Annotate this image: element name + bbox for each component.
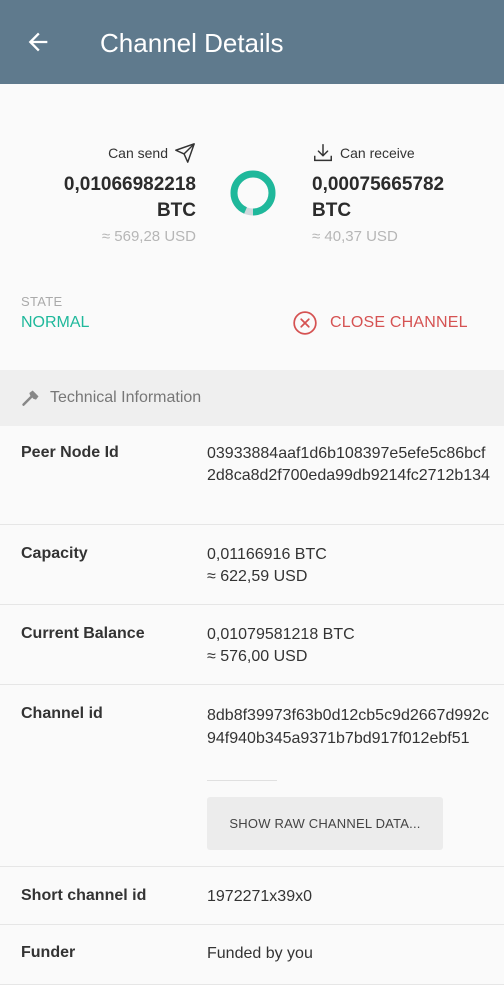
- funder-value: Funded by you: [207, 945, 313, 962]
- short-channel-id-value: 1972271x39x0: [207, 888, 312, 905]
- technical-info-header: Technical Information: [0, 370, 504, 426]
- can-receive-label: Can receive: [340, 145, 415, 161]
- close-channel-button[interactable]: CLOSE CHANNEL: [292, 310, 468, 336]
- channel-id-value: 8db8f39973f63b0d12cb5c9d2667d992c94f940b…: [207, 707, 490, 747]
- channel-id-row: Channel id 8db8f39973f63b0d12cb5c9d2667d…: [0, 685, 504, 867]
- can-send-label-row: Can send: [64, 140, 196, 166]
- hammer-icon: [22, 390, 39, 406]
- arrow-left-icon: [28, 32, 48, 52]
- balance-donut-chart: [230, 170, 276, 216]
- short-channel-id-label: Short channel id: [21, 887, 147, 904]
- capacity-usd: ≈ 622,59 USD: [207, 568, 308, 585]
- state-label: STATE: [21, 294, 63, 309]
- peer-node-value: 03933884aaf1d6b108397e5efe5c86bcf2d8ca8d…: [207, 445, 490, 484]
- capacity-btc: 0,01166916 BTC: [207, 546, 327, 563]
- balance-btc: 0,01079581218 BTC: [207, 626, 355, 643]
- capacity-value: 0,01166916 BTC ≈ 622,59 USD: [207, 544, 492, 588]
- download-icon: [314, 144, 332, 162]
- funder-label: Funder: [21, 944, 76, 961]
- can-receive-section: Can receive 0,00075665782 BTC ≈ 40,37 US…: [312, 140, 444, 245]
- close-channel-label: CLOSE CHANNEL: [330, 314, 468, 331]
- can-send-amount-unit: BTC: [156, 200, 196, 221]
- app-bar: Channel Details: [0, 0, 504, 84]
- capacity-row: Capacity 0,01166916 BTC ≈ 622,59 USD: [0, 525, 504, 605]
- peer-node-label: Peer Node Id: [21, 444, 119, 461]
- donut-send-arc: [230, 170, 276, 216]
- current-balance-label: Current Balance: [21, 625, 145, 642]
- can-send-label: Can send: [108, 145, 168, 161]
- funder-row: Funder Funded by you: [0, 925, 504, 985]
- can-receive-fiat: ≈ 40,37 USD: [312, 228, 398, 245]
- show-raw-channel-data-button[interactable]: SHOW RAW CHANNEL DATA...: [207, 797, 443, 850]
- page-title: Channel Details: [100, 28, 284, 58]
- send-icon: [175, 143, 195, 163]
- short-channel-id-row: Short channel id 1972271x39x0: [0, 867, 504, 925]
- state-value: NORMAL: [21, 314, 90, 331]
- technical-info-title: Technical Information: [50, 389, 202, 406]
- can-receive-amount-unit: BTC: [312, 200, 352, 221]
- can-receive-amount: 0,00075665782 BTC: [312, 172, 444, 224]
- channel-id-label: Channel id: [21, 705, 103, 722]
- peer-node-row: Peer Node Id 03933884aaf1d6b108397e5efe5…: [0, 426, 504, 525]
- current-balance-row: Current Balance 0,01079581218 BTC ≈ 576,…: [0, 605, 504, 685]
- can-send-amount: 0,01066982218 BTC: [64, 172, 196, 224]
- can-send-fiat: ≈ 569,28 USD: [101, 228, 196, 245]
- back-button[interactable]: [22, 26, 54, 58]
- can-receive-amount-value: 0,00075665782: [312, 174, 445, 195]
- capacity-label: Capacity: [21, 545, 88, 562]
- technical-info-list: Peer Node Id 03933884aaf1d6b108397e5efe5…: [0, 426, 504, 985]
- can-send-amount-value: 0,01066982218: [63, 174, 196, 195]
- can-send-section: Can send 0,01066982218 BTC ≈ 569,28 USD: [64, 140, 196, 245]
- balance-usd: ≈ 576,00 USD: [207, 648, 308, 665]
- balance-summary: Can send 0,01066982218 BTC ≈ 569,28 USD …: [0, 84, 504, 370]
- close-circle-icon: [293, 311, 317, 335]
- current-balance-value: 0,01079581218 BTC ≈ 576,00 USD: [207, 624, 492, 668]
- can-receive-label-row: Can receive: [312, 140, 444, 166]
- channel-id-divider: [207, 780, 277, 781]
